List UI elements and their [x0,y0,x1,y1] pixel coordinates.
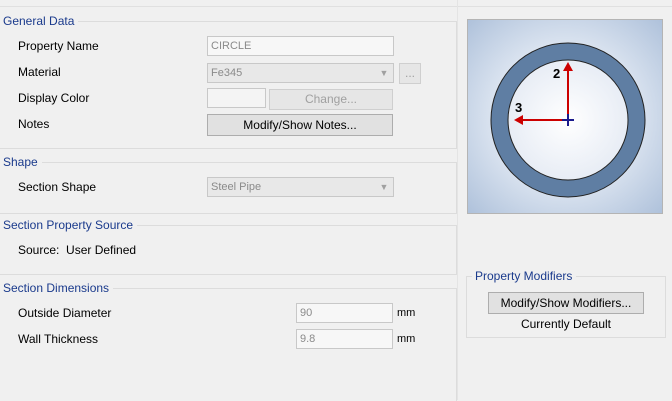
section-shape-select[interactable]: Steel Pipe ▼ [207,177,394,197]
wall-thickness-input[interactable]: 9.8 [296,329,393,349]
material-select[interactable]: Fe345 ▼ [207,63,394,83]
material-value: Fe345 [211,67,243,79]
section-property-source-title: Section Property Source [0,217,138,233]
chevron-down-icon: ▼ [379,182,389,192]
modify-modifiers-button[interactable]: Modify/Show Modifiers... [488,292,644,314]
section-preview: 2 3 [467,19,663,214]
material-browse-button[interactable]: ... [399,63,421,84]
display-color-label: Display Color [18,91,90,105]
display-color-swatch[interactable] [207,88,266,108]
general-data-title: General Data [0,13,79,29]
change-color-button[interactable]: Change... [269,89,393,110]
panel-divider [457,0,458,400]
section-shape-value: Steel Pipe [211,181,262,193]
notes-label: Notes [18,117,50,131]
section-shape-label: Section Shape [18,180,97,194]
property-name-label: Property Name [18,39,99,53]
wall-thickness-label: Wall Thickness [18,332,99,346]
material-label: Material [18,65,61,79]
property-name-input[interactable]: CIRCLE [207,36,394,56]
chevron-down-icon: ▼ [379,68,389,78]
modify-notes-button[interactable]: Modify/Show Notes... [207,114,393,136]
modifiers-status: Currently Default [520,317,612,331]
axis-3-label: 3 [515,100,522,115]
outside-diameter-input[interactable]: 90 [296,303,393,323]
outside-diameter-unit: mm [397,307,416,319]
section-dimensions-title: Section Dimensions [0,280,114,296]
pipe-section-drawing: 2 3 [468,20,662,213]
shape-title: Shape [0,154,42,170]
wall-thickness-unit: mm [397,333,416,345]
outside-diameter-label: Outside Diameter [18,306,112,320]
top-separator [0,6,672,7]
axis-2-label: 2 [553,66,560,81]
source-text: Source: User Defined [18,243,137,257]
property-modifiers-title: Property Modifiers [472,268,577,284]
